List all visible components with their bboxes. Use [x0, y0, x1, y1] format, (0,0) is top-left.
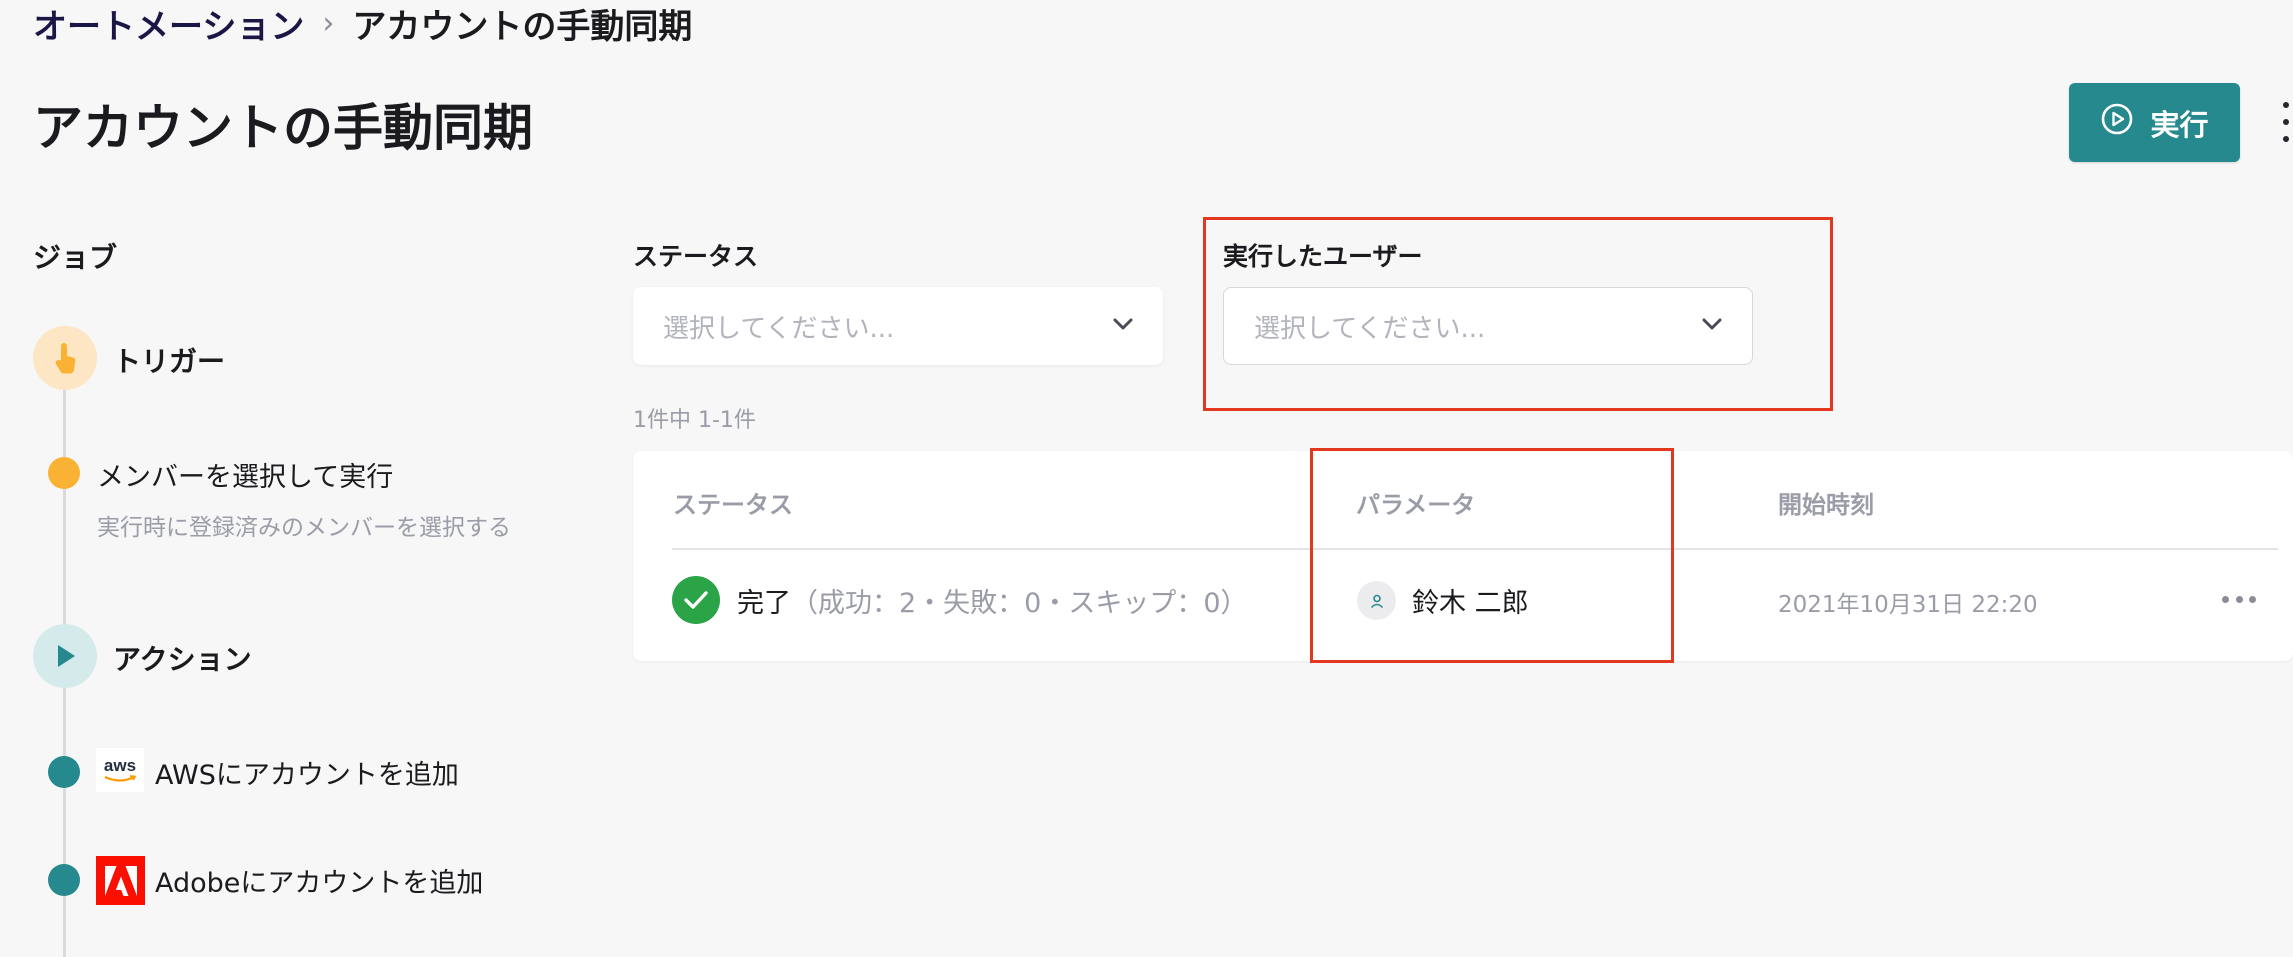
breadcrumb-chevron-icon: › [322, 5, 335, 41]
hand-pointer-icon [33, 326, 97, 390]
page-title: アカウントの手動同期 [33, 99, 533, 157]
action-step-dot [48, 756, 80, 788]
aws-logo-text: aws [103, 756, 137, 775]
more-vertical-icon[interactable] [2281, 102, 2291, 142]
play-circle-icon [2100, 102, 2134, 143]
result-count: 1件中 1-1件 [633, 408, 756, 433]
action-heading: アクション [113, 643, 252, 676]
status-filter-label: ステータス [633, 242, 759, 271]
trigger-step-dot [48, 457, 80, 489]
row-status-label: 完了 [737, 588, 791, 619]
parameter-column-highlight [1310, 448, 1674, 663]
trigger-step-description: 実行時に登録済みのメンバーを選択する [97, 515, 511, 541]
breadcrumb-automation-link[interactable]: オートメーション [33, 0, 304, 48]
column-header-status: ステータス [673, 491, 793, 519]
user-filter-highlight [1203, 217, 1833, 411]
play-icon [33, 624, 97, 688]
row-status[interactable]: 完了（成功：2・失敗：0・スキップ：0） [737, 581, 1248, 620]
row-status-detail: （成功：2・失敗：0・スキップ：0） [791, 588, 1248, 619]
run-button[interactable]: 実行 [2069, 83, 2240, 162]
action-step-dot [48, 864, 80, 896]
row-start-time: 2021年10月31日 22:20 [1778, 592, 2038, 618]
breadcrumb-current: アカウントの手動同期 [352, 6, 693, 47]
action-step-label[interactable]: Adobeにアカウントを追加 [155, 861, 483, 900]
adobe-logo [96, 856, 145, 905]
aws-logo: aws [96, 748, 144, 792]
more-horizontal-icon[interactable] [2222, 596, 2256, 604]
run-button-label: 実行 [2150, 107, 2209, 142]
breadcrumb: オートメーション › アカウントの手動同期 [33, 0, 693, 48]
column-header-start-time: 開始時刻 [1778, 491, 1874, 519]
check-circle-icon [672, 576, 720, 624]
action-step-label[interactable]: AWSにアカウントを追加 [155, 753, 459, 792]
trigger-step-label[interactable]: メンバーを選択して実行 [97, 455, 393, 494]
chevron-down-icon [1111, 316, 1135, 336]
jobs-heading: ジョブ [33, 241, 118, 274]
status-filter-placeholder: 選択してください... [663, 313, 895, 344]
status-filter-select[interactable]: 選択してください... [633, 287, 1163, 365]
trigger-heading: トリガー [113, 345, 226, 378]
